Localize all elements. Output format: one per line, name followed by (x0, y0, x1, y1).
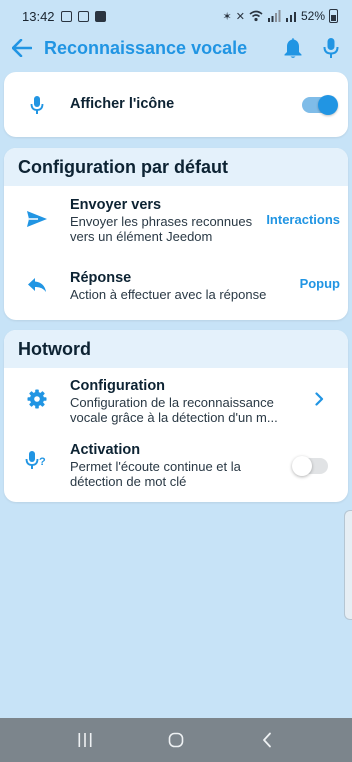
microphone-question-icon: ? (24, 448, 50, 474)
default-config-card: Configuration par défaut Envoyer vers En… (4, 148, 348, 320)
send-to-title: Envoyer vers (70, 197, 162, 213)
show-icon-toggle[interactable] (302, 95, 338, 115)
hotword-activation-subtitle-1: Permet l'écoute continue et la (70, 459, 241, 474)
battery-level: 52% (300, 9, 325, 23)
arrow-left-icon (12, 39, 32, 57)
hotword-activation-toggle[interactable] (292, 456, 328, 476)
hotword-configuration-subtitle-2: vocale grâce à la détection d'un m... (70, 410, 278, 425)
show-icon-row[interactable]: Afficher l'icône (4, 72, 348, 137)
page-title: Reconnaissance vocale (44, 37, 248, 58)
app-notification-icon (94, 10, 106, 22)
bell-icon (284, 38, 302, 58)
wifi-icon (249, 10, 263, 22)
hotword-configuration-row[interactable]: Configuration Configuration de la reconn… (4, 368, 348, 434)
microphone-icon (24, 92, 50, 118)
microphone-icon (323, 38, 339, 58)
hotword-header: Hotword (4, 330, 348, 368)
hotword-card: Hotword Configuration Configuration de l… (4, 330, 348, 502)
svg-text:?: ? (39, 456, 46, 468)
send-to-row[interactable]: Envoyer vers Envoyer les phrases reconnu… (4, 186, 348, 256)
reply-icon (24, 272, 50, 298)
show-icon-label: Afficher l'icône (70, 96, 175, 112)
voice-button[interactable] (318, 35, 344, 61)
home-button[interactable] (156, 725, 196, 755)
signal-icon (267, 10, 281, 22)
gear-icon (24, 386, 50, 412)
recent-apps-icon (78, 733, 92, 747)
default-config-header: Configuration par défaut (4, 148, 348, 186)
show-icon-card: Afficher l'icône (4, 72, 348, 137)
hotword-activation-row[interactable]: ? Activation Permet l'écoute continue et… (4, 434, 348, 500)
edge-panel-handle[interactable] (344, 510, 352, 620)
screenshot-icon (60, 10, 72, 22)
chevron-right-icon (315, 392, 324, 411)
bluetooth-icon: ✶ (222, 10, 232, 23)
send-to-subtitle-2: vers un élément Jeedom (70, 229, 213, 244)
hotword-activation-title: Activation (70, 442, 141, 458)
response-value: Popup (299, 276, 340, 291)
mute-icon: ✕ (235, 10, 245, 23)
send-icon (24, 206, 50, 232)
response-subtitle: Action à effectuer avec la réponse (70, 287, 267, 302)
send-to-subtitle-1: Envoyer les phrases reconnues (70, 214, 253, 229)
back-nav-button[interactable] (247, 725, 287, 755)
home-icon (168, 732, 184, 748)
signal-icon-2 (285, 12, 296, 22)
battery-icon (329, 9, 338, 23)
response-row[interactable]: Réponse Action à effectuer avec la répon… (4, 256, 348, 318)
recent-apps-button[interactable] (65, 725, 105, 755)
chevron-left-icon (262, 732, 271, 748)
hotword-activation-subtitle-2: détection de mot clé (70, 474, 187, 489)
notifications-button[interactable] (280, 35, 306, 61)
back-button[interactable] (8, 34, 36, 62)
app-bar: Reconnaissance vocale (0, 32, 352, 64)
status-bar: 13:42 ✶ ✕ 52% (0, 0, 352, 32)
hotword-configuration-title: Configuration (70, 378, 166, 394)
notification-icon (77, 10, 89, 22)
hotword-configuration-subtitle-1: Configuration de la reconnaissance (70, 395, 274, 410)
send-to-value: Interactions (266, 212, 340, 227)
response-title: Réponse (70, 270, 132, 286)
status-time: 13:42 (22, 8, 55, 24)
system-nav-bar (0, 718, 352, 762)
